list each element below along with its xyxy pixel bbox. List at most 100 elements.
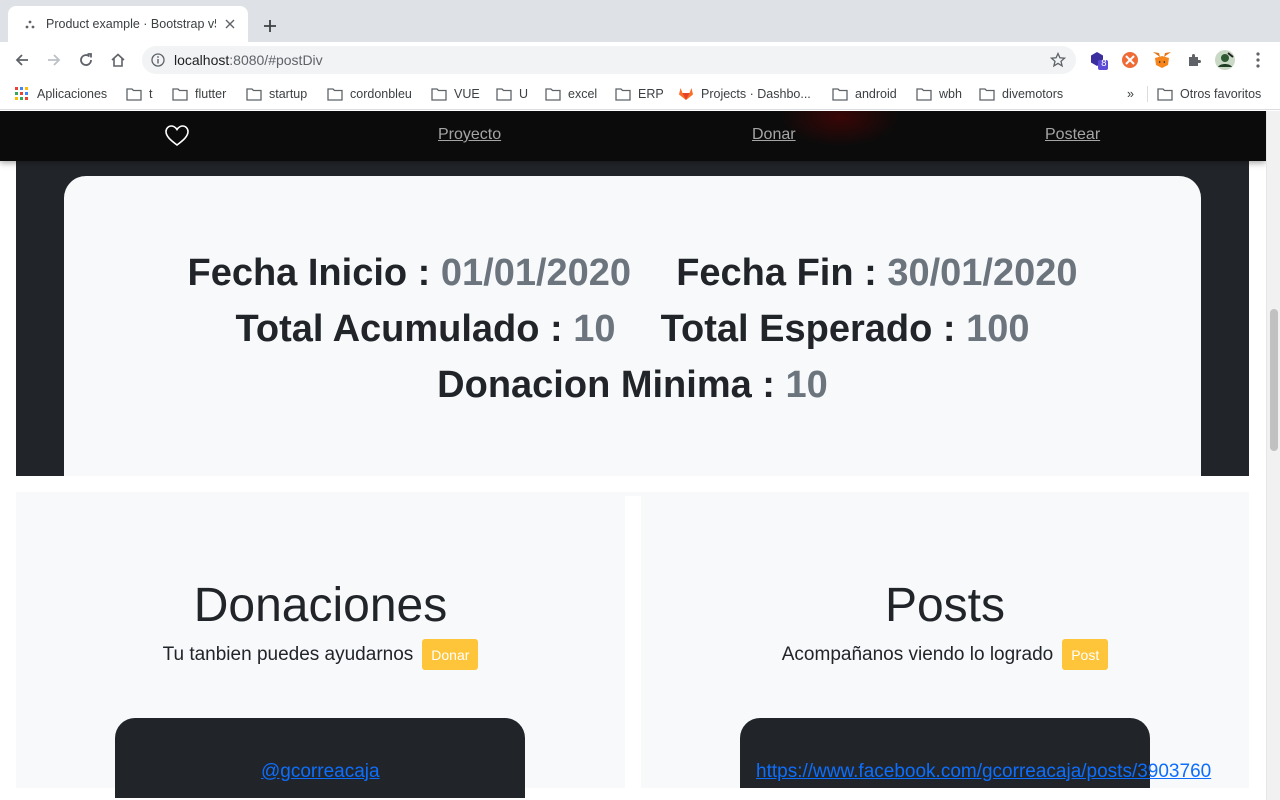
posts-subtitle-row: Acompañanos viendo lo logrado Post: [641, 639, 1249, 670]
bookmark-label: U: [519, 87, 529, 101]
folder-icon: [172, 88, 188, 101]
donacion-minima-label: Donacion Minima :: [437, 364, 775, 406]
tab-strip: Product example · Bootstrap v5: [0, 0, 1280, 42]
donar-button[interactable]: Donar: [422, 639, 479, 670]
total-acumulado-value: 10: [573, 308, 616, 350]
bookmarks-divider: [1147, 86, 1148, 102]
posts-subtitle: Acompañanos viendo lo logrado: [781, 643, 1054, 665]
folder-icon: [496, 88, 512, 101]
fecha-fin-label: Fecha Fin :: [676, 252, 877, 294]
donaciones-subtitle-row: Tu tanbien puedes ayudarnos Donar: [16, 639, 625, 670]
nav-link-donar[interactable]: Donar: [752, 126, 796, 144]
site-info-icon[interactable]: [151, 53, 165, 67]
puzzle-extensions-icon[interactable]: [1184, 50, 1204, 70]
section-spacer: [16, 476, 1249, 492]
folder-icon: [916, 88, 932, 101]
posts-link[interactable]: https://www.facebook.com/gcorreacaja/pos…: [756, 761, 1211, 783]
browser-menu-icon[interactable]: [1248, 50, 1268, 70]
bookmark-label: VUE: [454, 87, 480, 101]
post-button[interactable]: Post: [1062, 639, 1109, 670]
nav-link-proyecto[interactable]: Proyecto: [438, 126, 501, 144]
bookmark-label: startup: [269, 87, 308, 101]
scrollbar-thumb[interactable]: [1270, 309, 1278, 451]
total-esperado-label: Total Esperado :: [660, 308, 956, 350]
folder-icon: [1157, 88, 1173, 101]
metamask-fox-icon[interactable]: [1152, 50, 1172, 70]
posts-panel: Posts Acompañanos viendo lo logrado Post…: [641, 492, 1249, 788]
browser-toolbar: localhost:8080/#postDiv 8: [0, 42, 1280, 78]
url-path: :8080/#postDiv: [229, 52, 323, 68]
new-tab-icon[interactable]: [258, 14, 282, 38]
bookmark-label: flutter: [195, 87, 227, 101]
address-bar[interactable]: localhost:8080/#postDiv: [142, 46, 1076, 74]
folder-icon: [832, 88, 848, 101]
folder-icon: [979, 88, 995, 101]
donaciones-subtitle: Tu tanbien puedes ayudarnos: [162, 643, 414, 665]
fecha-fin-value: 30/01/2020: [887, 252, 1078, 294]
bookmark-gitlab-projects[interactable]: Projects · Dashbo...: [678, 85, 811, 103]
donaciones-card: @gcorreacaja: [115, 718, 525, 798]
folder-icon: [431, 88, 447, 101]
bookmark-folder-u[interactable]: U: [496, 85, 528, 103]
extension-hex-icon[interactable]: 8: [1089, 50, 1109, 70]
bookmark-folder-wbh[interactable]: wbh: [916, 85, 962, 103]
page-scrollbar[interactable]: [1266, 111, 1280, 800]
home-icon[interactable]: [106, 48, 130, 72]
bookmark-label: Aplicaciones: [37, 87, 108, 101]
nav-link-postear[interactable]: Postear: [1045, 126, 1100, 144]
bookmark-folder-android[interactable]: android: [832, 85, 897, 103]
bookmark-label: Otros favoritos: [1180, 87, 1262, 101]
forward-icon[interactable]: [42, 48, 66, 72]
fecha-inicio-value: 01/01/2020: [440, 252, 632, 294]
heart-logo-icon[interactable]: [164, 124, 190, 148]
bookmark-folder-divemotors[interactable]: divemotors: [979, 85, 1063, 103]
bookmark-folder-excel[interactable]: excel: [545, 85, 597, 103]
page-viewport: Proyecto Donar Postear Fecha Inicio : 01…: [0, 111, 1266, 800]
bookmarks-overflow-chevron-icon[interactable]: »: [1127, 85, 1134, 103]
bookmark-star-icon[interactable]: [1049, 51, 1067, 68]
stats-row-minimum: Donacion Minima : 10: [64, 364, 1201, 407]
stats-row-totals: Total Acumulado : 10 Total Esperado : 10…: [64, 308, 1201, 351]
bookmark-label: cordonbleu: [350, 87, 412, 101]
bookmarks-bar: Aplicaciones t flutter startup cordonble…: [0, 78, 1280, 110]
browser-tab[interactable]: Product example · Bootstrap v5: [8, 6, 248, 42]
bookmark-label: t: [149, 87, 153, 101]
site-navbar: Proyecto Donar Postear: [0, 111, 1266, 161]
stats-row-dates: Fecha Inicio : 01/01/2020 Fecha Fin : 30…: [64, 252, 1201, 295]
folder-icon: [615, 88, 631, 101]
bookmark-folder-erp[interactable]: ERP: [615, 85, 664, 103]
bookmark-folder-cordonbleu[interactable]: cordonbleu: [327, 85, 412, 103]
bookmark-folder-t[interactable]: t: [126, 85, 152, 103]
reload-icon[interactable]: [74, 48, 98, 72]
gitlab-icon: [679, 88, 693, 100]
posts-card: https://www.facebook.com/gcorreacaja/pos…: [740, 718, 1211, 788]
total-esperado-value: 100: [966, 308, 1030, 350]
back-icon[interactable]: [10, 48, 34, 72]
bootstrap-favicon-icon: [22, 16, 38, 32]
folder-icon: [545, 88, 561, 101]
tab-title: Product example · Bootstrap v5: [46, 17, 216, 31]
posts-title: Posts: [884, 579, 1006, 632]
folder-icon: [126, 88, 142, 101]
bookmark-folder-startup[interactable]: startup: [246, 85, 307, 103]
profile-avatar-icon[interactable]: [1215, 50, 1235, 70]
url-host: localhost: [174, 52, 230, 68]
bookmark-folder-flutter[interactable]: flutter: [172, 85, 226, 103]
bookmark-label: excel: [568, 87, 598, 101]
fecha-inicio-label: Fecha Inicio :: [187, 252, 431, 294]
bookmark-other-favorites[interactable]: Otros favoritos: [1157, 85, 1261, 103]
bookmark-label: Projects · Dashbo...: [701, 87, 811, 101]
bookmark-folder-vue[interactable]: VUE: [431, 85, 480, 103]
donaciones-link[interactable]: @gcorreacaja: [261, 761, 380, 783]
folder-icon: [327, 88, 343, 101]
bookmark-apps[interactable]: Aplicaciones: [14, 85, 107, 103]
bookmark-label: divemotors: [1002, 87, 1064, 101]
apps-grid-icon: [15, 87, 28, 100]
tab-close-icon[interactable]: [222, 16, 238, 32]
bookmark-label: android: [855, 87, 897, 101]
stats-card: Fecha Inicio : 01/01/2020 Fecha Fin : 30…: [64, 176, 1201, 496]
extension-orange-icon[interactable]: [1120, 50, 1140, 70]
bookmark-label: ERP: [638, 87, 664, 101]
extension-badge: 8: [1101, 59, 1107, 69]
donaciones-panel: Donaciones Tu tanbien puedes ayudarnos D…: [16, 492, 625, 798]
